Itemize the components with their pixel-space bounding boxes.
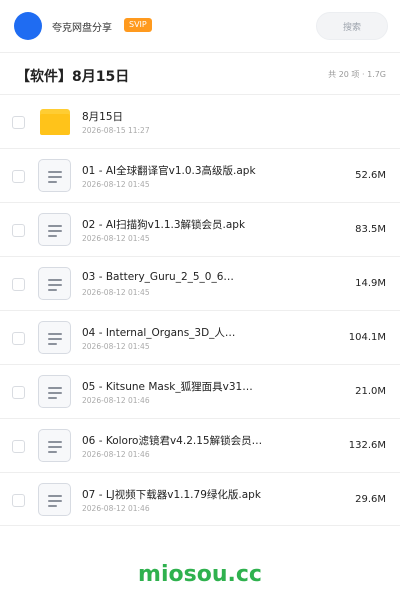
header-divider xyxy=(0,52,400,53)
item-size: 29.6M xyxy=(355,494,386,505)
item-date: 2026-08-12 01:45 xyxy=(82,180,150,189)
item-name: 03 - Battery_Guru_2_5_0_6… xyxy=(82,271,234,283)
avatar[interactable] xyxy=(14,12,42,40)
header-bar: 夸克网盘分享 SVIP 搜索 xyxy=(0,0,400,52)
item-date: 2026-08-12 01:46 xyxy=(82,504,150,513)
item-checkbox[interactable] xyxy=(12,278,25,291)
sharer-name: 夸克网盘分享 xyxy=(52,23,112,34)
item-date: 2026-08-12 01:45 xyxy=(82,342,150,351)
file-icon xyxy=(38,321,71,354)
item-checkbox[interactable] xyxy=(12,440,25,453)
list-item[interactable]: 01 - AI全球翻译官v1.0.3高级版.apk 2026-08-12 01:… xyxy=(0,148,400,202)
file-icon xyxy=(38,429,71,462)
item-size: 83.5M xyxy=(355,224,386,235)
item-checkbox[interactable] xyxy=(12,386,25,399)
item-date: 2026-08-12 01:46 xyxy=(82,396,150,405)
watermark: miosou.cc xyxy=(138,562,262,587)
file-icon xyxy=(38,159,71,192)
item-checkbox[interactable] xyxy=(12,116,25,129)
list-item[interactable]: 04 - Internal_Organs_3D_人… 2026-08-12 01… xyxy=(0,310,400,364)
list-item[interactable]: 05 - Kitsune Mask_狐狸面具v31… 2026-08-12 01… xyxy=(0,364,400,418)
item-checkbox[interactable] xyxy=(12,332,25,345)
item-name: 07 - LJ视频下载器v1.1.79绿化版.apk xyxy=(82,489,261,501)
item-size: 14.9M xyxy=(355,278,386,289)
item-name: 05 - Kitsune Mask_狐狸面具v31… xyxy=(82,381,253,393)
list-item[interactable]: 02 - AI扫描狗v1.1.3解锁会员.apk 2026-08-12 01:4… xyxy=(0,202,400,256)
item-name: 06 - Koloro滤镜君v4.2.15解锁会员… xyxy=(82,435,263,447)
folder-summary: 共 20 项 · 1.7G xyxy=(328,70,386,79)
item-date: 2026-08-15 11:27 xyxy=(82,126,150,135)
item-size: 132.6M xyxy=(348,440,386,451)
list-item-folder[interactable]: 8月15日 2026-08-15 11:27 xyxy=(0,94,400,148)
item-checkbox[interactable] xyxy=(12,494,25,507)
search-placeholder: 搜索 xyxy=(342,22,361,33)
item-size: 104.1M xyxy=(348,332,386,343)
list-item[interactable]: 03 - Battery_Guru_2_5_0_6… 2026-08-12 01… xyxy=(0,256,400,310)
item-checkbox[interactable] xyxy=(12,224,25,237)
list-item[interactable]: 07 - LJ视频下载器v1.1.79绿化版.apk 2026-08-12 01… xyxy=(0,472,400,526)
item-name: 01 - AI全球翻译官v1.0.3高级版.apk xyxy=(82,165,256,177)
item-checkbox[interactable] xyxy=(12,170,25,183)
item-date: 2026-08-12 01:46 xyxy=(82,450,150,459)
file-icon xyxy=(38,375,71,408)
file-list: 8月15日 2026-08-15 11:27 01 - AI全球翻译官v1.0.… xyxy=(0,94,400,526)
item-size: 52.6M xyxy=(355,170,386,181)
item-name: 8月15日 xyxy=(82,111,124,123)
item-date: 2026-08-12 01:45 xyxy=(82,288,150,297)
list-item[interactable]: 06 - Koloro滤镜君v4.2.15解锁会员… 2026-08-12 01… xyxy=(0,418,400,472)
item-name: 02 - AI扫描狗v1.1.3解锁会员.apk xyxy=(82,219,246,231)
item-size: 21.0M xyxy=(355,386,386,397)
item-date: 2026-08-12 01:45 xyxy=(82,234,150,243)
search-input[interactable]: 搜索 xyxy=(316,12,388,40)
file-icon xyxy=(38,483,71,516)
file-icon xyxy=(38,213,71,246)
svip-badge: SVIP xyxy=(124,18,152,32)
item-name: 04 - Internal_Organs_3D_人… xyxy=(82,327,236,339)
folder-icon xyxy=(38,105,71,138)
page-title: 【软件】8月15日 xyxy=(16,69,130,85)
file-icon xyxy=(38,267,71,300)
